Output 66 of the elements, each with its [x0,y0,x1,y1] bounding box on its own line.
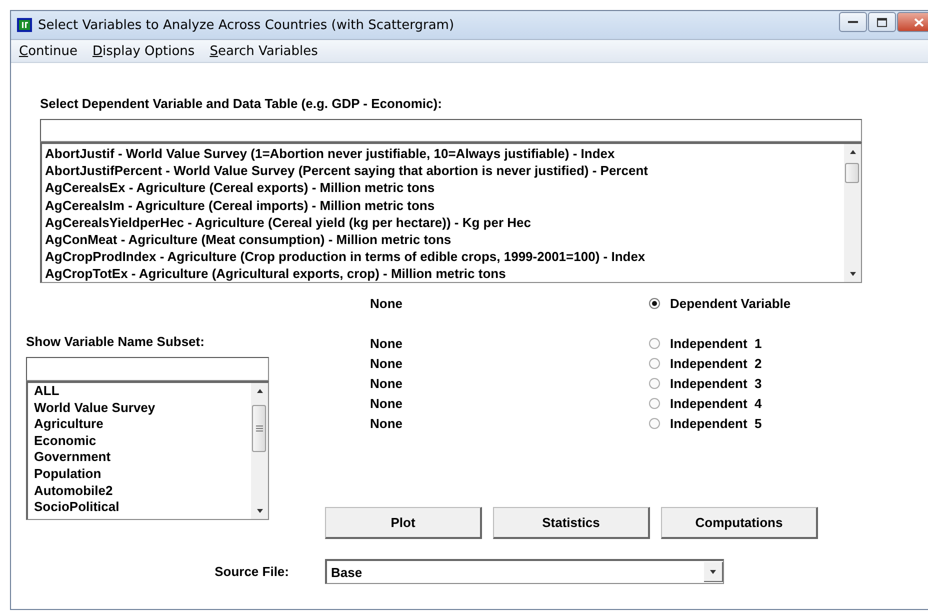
role-radio[interactable]: Dependent Variable [649,296,818,310]
assigned-variable: None [370,336,404,350]
assigned-variable: None [370,356,404,370]
scrollbar[interactable] [844,144,861,282]
assigned-variable: None [370,396,404,410]
assigned-variable: None [370,296,404,310]
scroll-thumb[interactable] [845,163,859,183]
window-title: Select Variables to Analyze Across Countries (with Scattergram) [38,18,454,32]
variable-list-item[interactable]: AgCropProdIndex - Agriculture (Crop production in terms of edible crops, 1999-2001=100) - Index [45,248,841,266]
subset-list[interactable]: ALL World Value Survey Agriculture Economic Government Population Automobile2 SocioPolitical [26,381,269,520]
subset-list-item[interactable]: Population [34,466,245,483]
subset-list-item[interactable]: Agriculture [34,416,245,433]
action-button[interactable]: Plot [325,507,482,539]
app-logo-icon [17,18,32,32]
subset-list-item[interactable]: Automobile2 [34,482,245,500]
radio-button[interactable] [649,338,660,348]
subset-list-item[interactable]: Government [34,449,245,466]
source-file-label: Source File: [214,564,289,579]
dependent-variable-label: Select Dependent Variable and Data Table (e.g. GDP - Economic): [40,96,443,112]
scroll-down-arrow-icon[interactable] [256,508,264,514]
variable-list-item[interactable]: AgConMeat - Agriculture (Meat consumption) - Million metric tons [45,231,841,248]
assigned-variable: None [370,376,404,390]
menu-item[interactable]: Display Options [92,44,195,58]
scroll-up-arrow-icon[interactable] [848,149,856,155]
menu-item[interactable]: Search Variables [210,44,318,58]
scroll-up-arrow-icon[interactable] [256,388,264,394]
subset-list-item[interactable]: Economic [34,432,245,450]
subset-search-field[interactable] [26,357,269,381]
source-file-dropdown[interactable]: Base [325,559,724,584]
subset-list-item[interactable]: World Value Survey [34,400,245,416]
role-radio[interactable]: Independent 2 [649,356,818,370]
radio-button[interactable] [649,418,660,428]
radio-button[interactable] [649,398,660,408]
grip-icon [256,425,262,432]
close-icon [914,18,924,26]
variable-list-item[interactable]: AgCerealsIm - Agriculture (Cereal imports) - Million metric tons [45,196,841,214]
variable-search-field[interactable] [40,119,862,142]
variable-list-item[interactable]: AgCerealsYieldperHec - Agriculture (Cereal yield (kg per hectare)) - Kg per Hec [45,214,841,232]
maximize-icon [877,18,887,26]
minimize-button[interactable] [839,12,867,32]
scrollbar[interactable] [251,383,268,519]
scroll-down-arrow-icon[interactable] [848,271,856,277]
assigned-variable: None [370,416,404,430]
subset-list-item[interactable]: ALL [34,383,245,400]
variable-list-item[interactable]: AgCerealsEx - Agriculture (Cereal exports) - Million metric tons [45,179,841,197]
subset-list-item[interactable]: SocioPolitical [34,499,245,516]
radio-button[interactable] [649,358,660,368]
close-button[interactable] [897,12,928,32]
action-button[interactable]: Statistics [493,507,650,539]
variable-list[interactable] [40,142,862,283]
variable-list-item[interactable]: AbortJustifPercent - World Value Survey (Percent saying that abortion is never justified) - Percent [45,162,841,180]
maximize-button[interactable] [868,12,896,32]
role-radio[interactable]: Independent 5 [649,416,818,430]
radio-button[interactable] [649,378,660,388]
variable-list-item[interactable]: AgCropTotEx - Agriculture (Agricultural exports, crop) - Million metric tons [45,265,841,282]
scroll-thumb[interactable] [252,405,266,452]
menu-item[interactable]: Continue [19,44,78,58]
variable-list-item[interactable]: AbortJustif - World Value Survey (1=Abortion never justifiable, 10=Always justifiable) - Index [45,145,841,162]
role-radio[interactable]: Independent 1 [649,336,818,350]
radio-button[interactable] [649,298,660,308]
dropdown-arrow-icon[interactable] [709,568,717,574]
minimize-icon [848,20,858,24]
role-radio[interactable]: Independent 4 [649,396,818,410]
role-radio[interactable]: Independent 3 [649,376,818,390]
action-button[interactable]: Computations [661,507,818,539]
subset-label: Show Variable Name Subset: [26,334,206,350]
